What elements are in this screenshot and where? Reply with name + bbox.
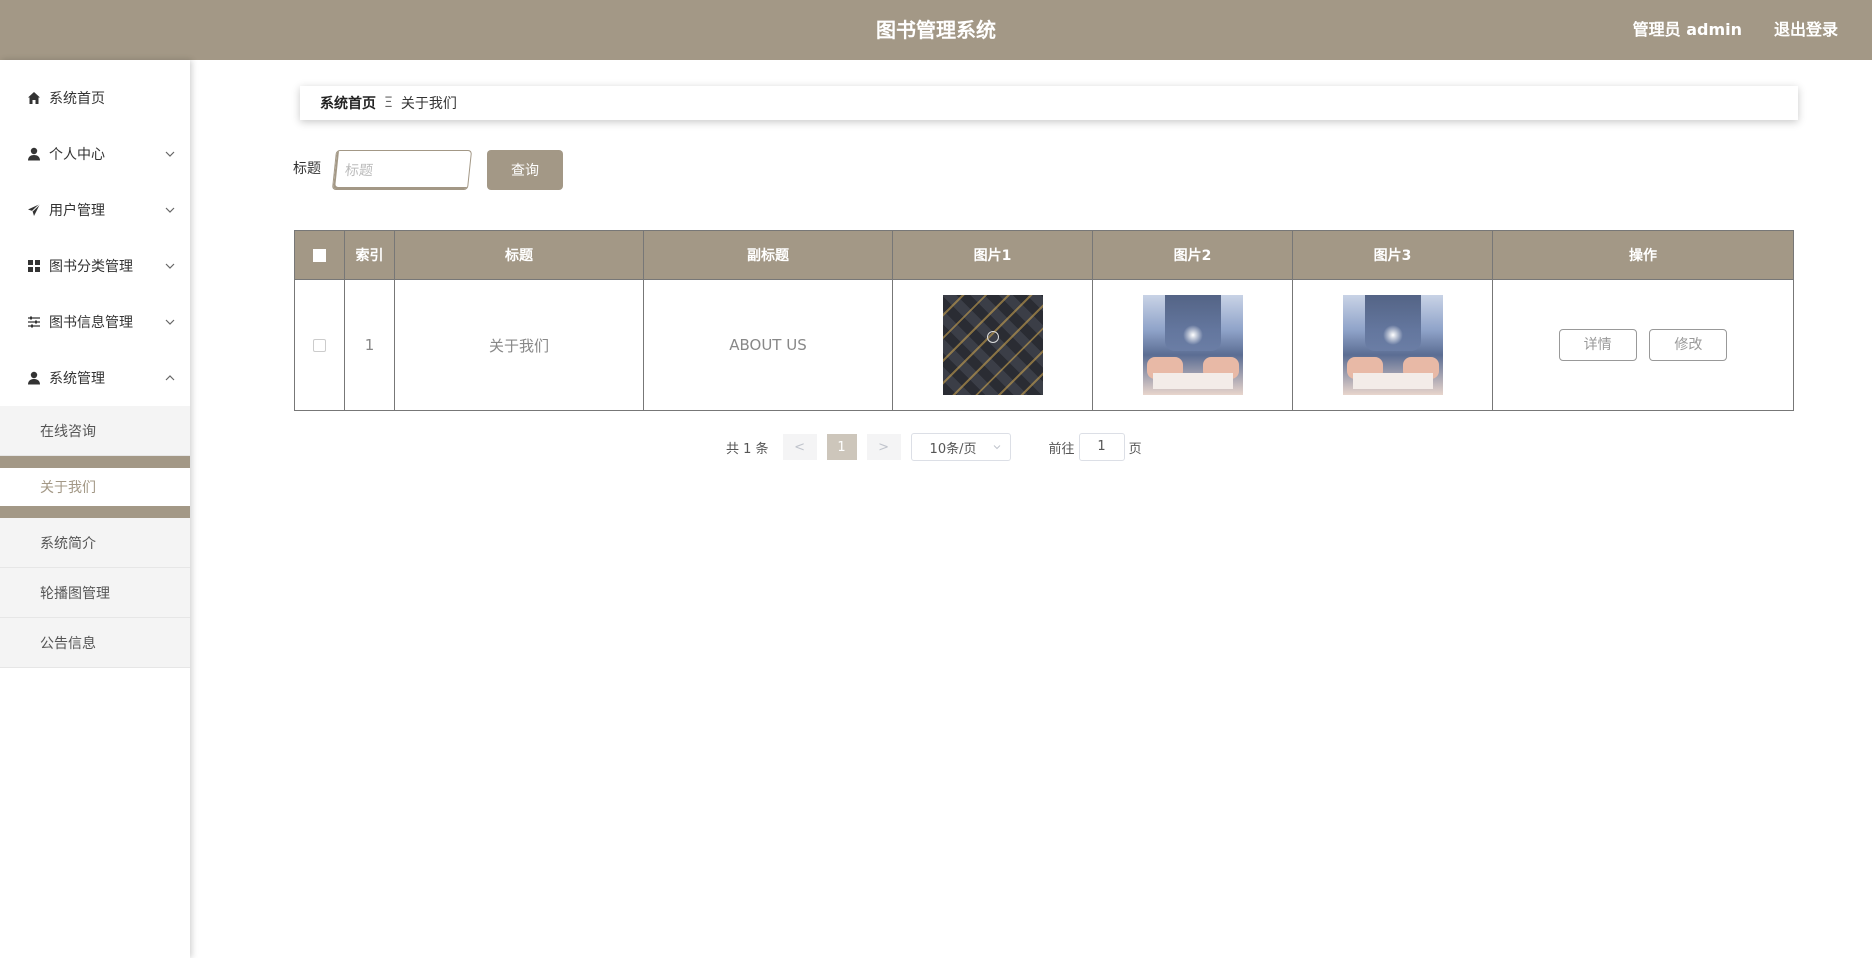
user-icon bbox=[27, 147, 41, 161]
detail-button[interactable]: 详情 bbox=[1558, 329, 1637, 361]
sidebar-item-label: 个人中心 bbox=[49, 147, 105, 163]
page-size-select[interactable]: 10条/页 bbox=[910, 433, 1011, 461]
page-size-value: 10条/页 bbox=[929, 441, 977, 457]
image-1-thumbnail[interactable] bbox=[942, 295, 1043, 395]
cell-subtitle: ABOUT US bbox=[643, 279, 893, 411]
cell-title: 关于我们 bbox=[394, 279, 644, 411]
goto-page-input[interactable]: 1 bbox=[1078, 433, 1125, 461]
sidebar: 系统首页 个人中心 用户管理 图书分类管理 图书信息管理 系统管理 在线咨询 关… bbox=[0, 60, 190, 958]
data-table: 索引 标题 副标题 图片1 图片2 图片3 操作 1 关于我们 ABOUT US bbox=[294, 230, 1794, 411]
app-title: 图书管理系统 bbox=[876, 18, 996, 42]
chevron-up-icon bbox=[165, 375, 175, 381]
cell-image-1 bbox=[892, 279, 1093, 411]
sidebar-item-system-management[interactable]: 系统管理 bbox=[0, 350, 190, 406]
home-icon bbox=[27, 91, 41, 105]
send-icon bbox=[27, 203, 41, 217]
submenu-about-us[interactable]: 关于我们 bbox=[0, 456, 190, 518]
sidebar-item-book-category[interactable]: 图书分类管理 bbox=[0, 238, 190, 294]
breadcrumb: 系统首页 Ξ 关于我们 bbox=[300, 86, 1798, 120]
edit-button[interactable]: 修改 bbox=[1649, 329, 1728, 361]
chevron-down-icon bbox=[165, 207, 175, 213]
column-header: 图片1 bbox=[892, 230, 1093, 280]
select-all-checkbox[interactable] bbox=[313, 248, 326, 262]
table-row: 1 关于我们 ABOUT US 详情 修改 bbox=[294, 279, 1794, 411]
prev-page-button[interactable]: < bbox=[782, 434, 817, 460]
column-header: 图片2 bbox=[1092, 230, 1293, 280]
table-header-row: 索引 标题 副标题 图片1 图片2 图片3 操作 bbox=[294, 230, 1794, 280]
chevron-down-icon bbox=[165, 151, 175, 157]
chevron-down-icon bbox=[165, 319, 175, 325]
search-label: 标题 bbox=[293, 161, 321, 177]
cell-actions: 详情 修改 bbox=[1492, 279, 1794, 411]
page-number-1[interactable]: 1 bbox=[826, 434, 857, 460]
cell-image-3 bbox=[1292, 279, 1493, 411]
image-2-thumbnail[interactable] bbox=[1142, 295, 1243, 395]
user-icon bbox=[27, 371, 41, 385]
column-header: 标题 bbox=[394, 230, 644, 280]
column-header: 副标题 bbox=[643, 230, 893, 280]
pagination: 共 1 条 < 1 > 10条/页 前往 1 页 bbox=[726, 433, 1142, 461]
pagination-total: 共 1 条 bbox=[726, 441, 769, 457]
chevron-down-icon bbox=[993, 445, 1000, 450]
sliders-icon bbox=[27, 315, 41, 329]
chevron-down-icon bbox=[165, 263, 175, 269]
row-checkbox[interactable] bbox=[313, 339, 326, 352]
submenu-carousel-management[interactable]: 轮播图管理 bbox=[0, 568, 190, 618]
submenu-system-intro[interactable]: 系统简介 bbox=[0, 518, 190, 568]
sidebar-item-label: 系统管理 bbox=[49, 371, 105, 387]
cell-image-2 bbox=[1092, 279, 1293, 411]
breadcrumb-current: 关于我们 bbox=[400, 96, 457, 112]
sidebar-item-personal-center[interactable]: 个人中心 bbox=[0, 126, 190, 182]
sidebar-item-label: 图书分类管理 bbox=[49, 259, 133, 275]
column-header: 操作 bbox=[1492, 230, 1794, 280]
goto-label: 前往 bbox=[1048, 441, 1075, 457]
sidebar-item-label: 系统首页 bbox=[49, 91, 105, 107]
cell-index: 1 bbox=[344, 279, 395, 411]
breadcrumb-home[interactable]: 系统首页 bbox=[320, 93, 376, 113]
sidebar-item-label: 用户管理 bbox=[49, 203, 105, 219]
search-button[interactable]: 查询 bbox=[487, 150, 563, 190]
column-header: 图片3 bbox=[1292, 230, 1493, 280]
row-select-cell bbox=[294, 279, 345, 411]
submenu-announcements[interactable]: 公告信息 bbox=[0, 618, 190, 668]
sidebar-item-home[interactable]: 系统首页 bbox=[0, 70, 190, 126]
current-user: 管理员 admin bbox=[1632, 20, 1742, 39]
top-header: 图书管理系统 管理员 admin 退出登录 bbox=[0, 0, 1872, 60]
search-input[interactable] bbox=[331, 150, 473, 190]
grid-icon bbox=[27, 259, 41, 273]
goto-suffix: 页 bbox=[1128, 441, 1142, 457]
next-page-button[interactable]: > bbox=[866, 434, 901, 460]
sidebar-item-book-info[interactable]: 图书信息管理 bbox=[0, 294, 190, 350]
breadcrumb-separator: Ξ bbox=[384, 95, 393, 111]
column-header: 索引 bbox=[344, 230, 395, 280]
header-select-all[interactable] bbox=[294, 230, 345, 280]
logout-button[interactable]: 退出登录 bbox=[1774, 0, 1838, 60]
sidebar-item-label: 图书信息管理 bbox=[49, 315, 133, 331]
image-3-thumbnail[interactable] bbox=[1342, 295, 1443, 395]
submenu-online-consult[interactable]: 在线咨询 bbox=[0, 406, 190, 456]
sidebar-item-user-management[interactable]: 用户管理 bbox=[0, 182, 190, 238]
